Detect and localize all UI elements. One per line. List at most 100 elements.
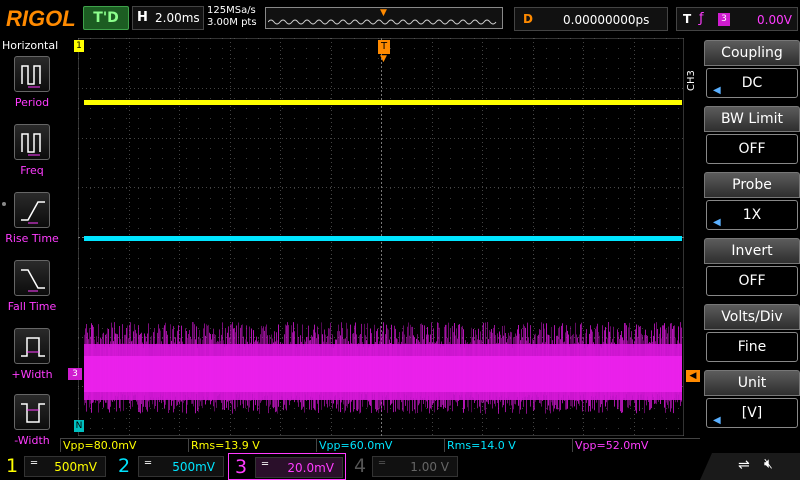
waveform-display[interactable] (78, 38, 684, 436)
channel-status-bar: 1 ═ 500mV 2 ═ 500mV 3 ═ 20.0mV 4 ═ 1.00 … (0, 453, 800, 480)
channel-4-box: ═ 1.00 V (372, 456, 458, 477)
rise-time-icon (14, 192, 50, 228)
channel-4-status[interactable]: 4 ═ 1.00 V (348, 453, 462, 480)
measurement-result[interactable]: Vpp=80.0mV (60, 438, 188, 452)
measurement-result[interactable]: Vpp=52.0mV (572, 438, 700, 452)
delay-label: D (523, 12, 533, 26)
channel-3-box: ═ 20.0mV (255, 457, 343, 478)
channel-4-scale: 1.00 V (410, 460, 449, 474)
ch1-offset-marker[interactable]: 1 (74, 40, 84, 52)
side-knob-dot-left (2, 202, 6, 206)
trigger-position-icon: ▼ (380, 8, 387, 18)
menu-coupling-title: Coupling (704, 40, 800, 66)
menu-invert-value[interactable]: OFF (706, 266, 798, 296)
menu-unit[interactable]: Unit ◀ [V] (704, 370, 800, 434)
menu-probe-value[interactable]: ◀ 1X (706, 200, 798, 230)
memory-overview-bar[interactable]: ▼ (265, 7, 503, 29)
channel-3-number: 3 (235, 456, 248, 478)
menu-volts-div-value[interactable]: Fine (706, 332, 798, 362)
coupling-value-text: DC (741, 75, 763, 91)
menu-unit-title: Unit (704, 370, 800, 396)
channel-1-number: 1 (6, 455, 19, 477)
menu-coupling-value[interactable]: ◀ DC (706, 68, 798, 98)
channel-3-scale: 20.0mV (287, 461, 334, 475)
period-icon (14, 56, 50, 92)
neg-width-label: -Width (14, 434, 50, 447)
measurement-result[interactable]: Rms=14.0 V (444, 438, 572, 452)
menu-probe[interactable]: Probe ◀ 1X (704, 172, 800, 236)
left-arrow-icon: ◀ (713, 85, 721, 96)
bottom-bar-slant (700, 453, 800, 480)
trigger-source-badge: 3 (718, 13, 730, 26)
dc-coupling-icon: ═ (145, 458, 152, 469)
dc-coupling-icon: ═ (262, 459, 269, 470)
menu-bw-limit-value[interactable]: OFF (706, 134, 798, 164)
rise-time-label: Rise Time (5, 232, 59, 245)
trigger-status-badge: T'D (83, 6, 129, 30)
dc-coupling-icon: ═ (31, 458, 38, 469)
menu-bw-limit[interactable]: BW Limit OFF (704, 106, 800, 170)
horizontal-label: H (137, 10, 148, 25)
trigger-label: T (683, 12, 692, 26)
menu-coupling[interactable]: Coupling ◀ DC (704, 40, 800, 104)
measurement-results-bar: Vpp=80.0mV Rms=13.9 V Vpp=60.0mV Rms=14.… (60, 438, 700, 452)
usb-icon: ⇌ (738, 457, 750, 473)
measure-rise-time-button[interactable]: Rise Time (2, 192, 60, 254)
horizontal-timebase[interactable]: H 2.00ms (132, 6, 204, 30)
measure-freq-button[interactable]: Freq (2, 124, 60, 186)
channel-3-status[interactable]: 3 ═ 20.0mV (228, 453, 346, 480)
speaker-muted-icon[interactable]: 🔇︎ (764, 456, 773, 472)
channel-1-scale: 500mV (54, 460, 97, 474)
unit-value-text: [V] (741, 405, 763, 421)
trigger-level-line-top-icon: ▼ (380, 54, 387, 64)
menu-invert[interactable]: Invert OFF (704, 238, 800, 302)
measurement-result[interactable]: Rms=13.9 V (188, 438, 316, 452)
acquisition-info: 125MSa/s 3.00M pts (207, 5, 257, 29)
memory-depth: 3.00M pts (207, 17, 257, 28)
waveform-grid (78, 38, 684, 436)
channel-1-status[interactable]: 1 ═ 500mV (0, 453, 110, 480)
sample-rate: 125MSa/s (207, 5, 256, 16)
delay-display[interactable]: D 0.00000000ps (514, 7, 668, 31)
measure-side-panel: Horizontal Period Freq Rise Time Fall Ti… (0, 38, 62, 456)
period-label: Period (14, 96, 50, 109)
dc-coupling-icon: ═ (379, 458, 386, 469)
pos-width-label: +Width (11, 368, 53, 381)
measure-period-button[interactable]: Period (2, 56, 60, 118)
channel-2-box: ═ 500mV (138, 456, 224, 477)
ch2-waveform (84, 236, 682, 241)
n-marker: N (74, 420, 84, 432)
memory-waveform-icon (268, 19, 497, 25)
freq-label: Freq (20, 164, 44, 177)
ch3-waveform (84, 322, 682, 414)
ch3-offset-marker[interactable]: 3 (68, 368, 82, 380)
menu-invert-title: Invert (704, 238, 800, 264)
freq-icon (14, 124, 50, 160)
channel-menu-tag: CH3 (686, 70, 697, 92)
trigger-display[interactable]: T ƒ 3 0.00V (676, 7, 798, 31)
neg-width-icon (14, 394, 50, 430)
fall-time-label: Fall Time (7, 300, 57, 313)
trigger-position-marker[interactable]: T (378, 40, 390, 54)
trigger-level-marker[interactable]: ◀ (686, 370, 700, 382)
probe-value-text: 1X (742, 207, 762, 223)
measure-neg-width-button[interactable]: -Width (2, 394, 60, 456)
pos-width-icon (14, 328, 50, 364)
menu-probe-title: Probe (704, 172, 800, 198)
measurement-result[interactable]: Vpp=60.0mV (316, 438, 444, 452)
brand-logo: RIGOL (6, 6, 76, 31)
left-arrow-icon: ◀ (713, 415, 721, 426)
trigger-level-value: 0.00V (757, 13, 792, 27)
left-arrow-icon: ◀ (713, 217, 721, 228)
menu-unit-value[interactable]: ◀ [V] (706, 398, 798, 428)
channel-2-status[interactable]: 2 ═ 500mV (112, 453, 228, 480)
delay-value: 0.00000000ps (563, 13, 650, 27)
ch1-waveform (84, 100, 682, 105)
channel-4-number: 4 (354, 455, 367, 477)
measure-pos-width-button[interactable]: +Width (2, 328, 60, 390)
channel-2-number: 2 (118, 455, 131, 477)
measure-fall-time-button[interactable]: Fall Time (2, 260, 60, 322)
measure-category-title: Horizontal (2, 39, 59, 52)
channel-2-scale: 500mV (172, 460, 215, 474)
menu-volts-div[interactable]: Volts/Div Fine (704, 304, 800, 368)
